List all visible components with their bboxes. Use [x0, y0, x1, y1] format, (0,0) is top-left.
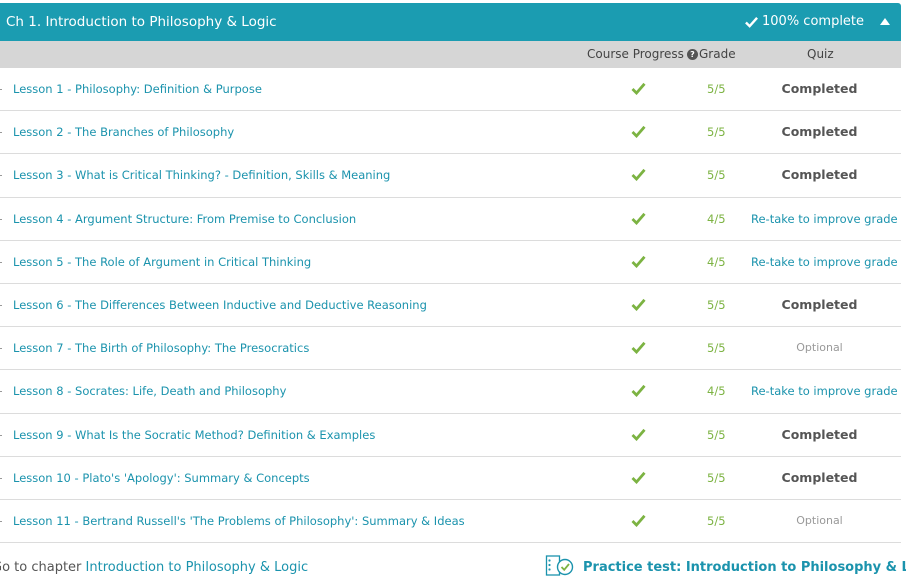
lesson-grade: 5/5: [707, 470, 726, 485]
column-course-progress: Course Progress ?: [587, 47, 698, 61]
row-marker: [0, 391, 2, 393]
chapter-complete-text: 100% complete: [762, 14, 865, 29]
lesson-link[interactable]: Lesson 11 - Bertrand Russell's 'The Prob…: [13, 514, 465, 528]
lesson-grade: 4/5: [707, 211, 726, 226]
course-progress-label: Course Progress: [587, 47, 684, 61]
row-marker: [0, 477, 2, 479]
lesson-link[interactable]: Lesson 7 - The Birth of Philosophy: The …: [13, 341, 309, 355]
column-grade: Grade: [699, 47, 736, 61]
goto-chapter-text: Go to chapter Introduction to Philosophy…: [0, 560, 308, 575]
chapter-footer: Go to chapter Introduction to Philosophy…: [0, 555, 906, 578]
row-marker: [0, 175, 2, 177]
lesson-grade: 5/5: [707, 168, 726, 183]
row-marker: [0, 520, 2, 522]
lesson-link[interactable]: Lesson 6 - The Differences Between Induc…: [13, 298, 427, 312]
checkmark-icon: [631, 82, 646, 95]
checkmark-icon: [631, 471, 646, 484]
quiz-status-retake[interactable]: Re-take to improve grade: [751, 255, 898, 269]
column-quiz: Quiz: [807, 47, 834, 61]
checkmark-icon: [631, 169, 646, 182]
row-marker: [0, 89, 2, 90]
lesson-row: Lesson 9 - What Is the Socratic Method? …: [0, 414, 901, 457]
quiz-status-completed: Completed: [781, 167, 858, 183]
lesson-link[interactable]: Lesson 8 - Socrates: Life, Death and Phi…: [13, 384, 286, 398]
checkmark-icon: [631, 342, 646, 355]
quiz-status-completed: Completed: [781, 296, 858, 312]
checkmark-icon: [745, 16, 758, 28]
row-marker: [0, 348, 2, 350]
row-marker: [0, 434, 2, 436]
chapter-header[interactable]: Ch 1. Introduction to Philosophy & Logic…: [0, 3, 901, 41]
lesson-link[interactable]: Lesson 9 - What Is the Socratic Method? …: [13, 428, 375, 442]
row-marker: [0, 304, 2, 306]
chapter-title[interactable]: Ch 1. Introduction to Philosophy & Logic: [6, 14, 277, 30]
help-icon[interactable]: ?: [686, 48, 698, 60]
quiz-status-optional: Optional: [796, 341, 843, 355]
lesson-grade: 5/5: [707, 125, 726, 140]
lesson-row: Lesson 10 - Plato's 'Apology': Summary &…: [0, 457, 901, 500]
quiz-status-optional: Optional: [796, 513, 843, 527]
lesson-link[interactable]: Lesson 1 - Philosophy: Definition & Purp…: [13, 82, 262, 96]
quiz-status-completed: Completed: [781, 124, 858, 140]
lesson-grade: 4/5: [707, 384, 726, 399]
row-marker: [0, 132, 2, 134]
chapter-complete-status: 100% complete: [745, 14, 864, 29]
lesson-link[interactable]: Lesson 2 - The Branches of Philosophy: [13, 125, 234, 139]
checkmark-icon: [631, 514, 646, 527]
lesson-row: Lesson 2 - The Branches of Philosophy 5/5…: [0, 111, 901, 155]
lesson-row: Lesson 7 - The Birth of Philosophy: The …: [0, 327, 901, 371]
row-marker: [0, 261, 2, 263]
lesson-grade: 5/5: [707, 513, 726, 528]
lesson-row: Lesson 11 - Bertrand Russell's 'The Prob…: [0, 500, 901, 544]
quiz-status-completed: Completed: [781, 426, 858, 442]
lesson-row: Lesson 6 - The Differences Between Induc…: [0, 284, 901, 328]
checkmark-icon: [631, 212, 646, 225]
row-marker: [0, 218, 2, 220]
lesson-grade: 5/5: [707, 297, 726, 312]
lesson-link[interactable]: Lesson 3 - What is Critical Thinking? - …: [13, 168, 390, 182]
lesson-link[interactable]: Lesson 4 - Argument Structure: From Prem…: [13, 212, 356, 226]
checkmark-icon: [631, 385, 646, 398]
quiz-checklist-icon[interactable]: [545, 554, 575, 578]
quiz-status-retake[interactable]: Re-take to improve grade: [751, 384, 898, 398]
lesson-grade: 4/5: [707, 254, 726, 269]
goto-chapter-link[interactable]: Introduction to Philosophy & Logic: [86, 560, 309, 575]
quiz-status-completed: Completed: [781, 81, 858, 96]
goto-prefix: Go to chapter: [0, 560, 86, 575]
caret-up-icon[interactable]: [880, 18, 890, 25]
lesson-list: Lesson 1 - Philosophy: Definition & Purp…: [0, 68, 901, 544]
quiz-status-retake[interactable]: Re-take to improve grade: [751, 212, 898, 226]
checkmark-icon: [631, 255, 646, 268]
lesson-row: Lesson 3 - What is Critical Thinking? - …: [0, 154, 901, 198]
lesson-link[interactable]: Lesson 10 - Plato's 'Apology': Summary &…: [13, 471, 310, 485]
lesson-grade: 5/5: [707, 427, 726, 442]
quiz-status-completed: Completed: [781, 469, 858, 485]
lesson-row: Lesson 1 - Philosophy: Definition & Purp…: [0, 68, 901, 112]
lesson-grade: 5/5: [707, 82, 726, 96]
lesson-link[interactable]: Lesson 5 - The Role of Argument in Criti…: [13, 255, 311, 269]
checkmark-icon: [631, 428, 646, 441]
lesson-row: Lesson 8 - Socrates: Life, Death and Phi…: [0, 370, 901, 414]
lesson-row: Lesson 4 - Argument Structure: From Prem…: [0, 198, 901, 241]
lesson-row: Lesson 5 - The Role of Argument in Criti…: [0, 241, 901, 284]
lesson-grade: 5/5: [707, 341, 726, 356]
practice-test-link[interactable]: Practice test: Introduction to Philosoph…: [583, 560, 906, 575]
checkmark-icon: [631, 298, 646, 311]
checkmark-icon: [631, 126, 646, 139]
column-header-bar: Course Progress ? Grade Quiz: [0, 41, 901, 68]
